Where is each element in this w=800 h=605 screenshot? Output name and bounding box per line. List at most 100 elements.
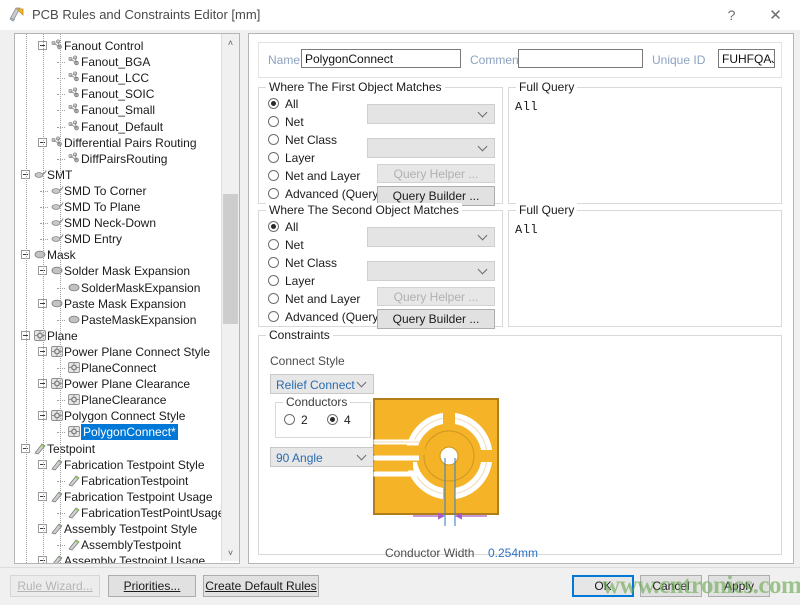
second-radio-layer[interactable]: Layer [268, 273, 315, 289]
tree-node[interactable]: FabricationTestpoint [15, 473, 221, 489]
full-query-first-group: Full Query All [508, 87, 782, 204]
fanout-icon [67, 152, 81, 165]
tree-node[interactable]: Fanout Control [15, 38, 221, 54]
tree-node[interactable]: Fabrication Testpoint Usage [15, 489, 221, 505]
tree-node[interactable]: SMD Neck-Down [15, 215, 221, 231]
tree-node[interactable]: Assembly Testpoint Style [15, 521, 221, 537]
unique-id-input[interactable]: FUHFQAJB [718, 49, 775, 68]
tree-node[interactable]: PasteMaskExpansion [15, 312, 221, 328]
tree-node-label: Differential Pairs Routing [64, 135, 197, 151]
first-radio-advanced[interactable]: Advanced (Query) [268, 186, 382, 202]
comment-input[interactable] [518, 49, 643, 68]
tree-node[interactable]: Polygon Connect Style [15, 408, 221, 424]
chevron-down-icon [358, 451, 367, 460]
second-netclass-combo[interactable] [367, 261, 495, 281]
tree-node[interactable]: Fabrication Testpoint Style [15, 457, 221, 473]
cancel-button[interactable]: Cancel [640, 575, 702, 597]
tree-node[interactable]: Fanout_SOIC [15, 86, 221, 102]
tree-node[interactable]: AssemblyTestpoint [15, 537, 221, 553]
tree-guide-line [26, 34, 28, 563]
second-radio-net[interactable]: Net [268, 237, 304, 253]
create-default-rules-button[interactable]: Create Default Rules [203, 575, 319, 597]
rules-tree-panel[interactable]: Fanout ControlFanout_BGAFanout_LCCFanout… [14, 33, 240, 564]
tree-node[interactable]: SMD To Plane [15, 199, 221, 215]
second-radio-net-class[interactable]: Net Class [268, 255, 337, 271]
second-net-combo[interactable] [367, 227, 495, 247]
tree-node[interactable]: SMT [15, 167, 221, 183]
tree-node-label: Paste Mask Expansion [64, 296, 186, 312]
rules-tree[interactable]: Fanout ControlFanout_BGAFanout_LCCFanout… [15, 34, 221, 563]
tree-node[interactable]: SMD To Corner [15, 183, 221, 199]
priorities-button[interactable]: Priorities... [108, 575, 196, 597]
tree-node-label: Polygon Connect Style [64, 408, 185, 424]
tree-node[interactable]: Power Plane Clearance [15, 376, 221, 392]
tree-node-label: DiffPairsRouting [81, 151, 167, 167]
close-button[interactable]: ✕ [753, 0, 798, 30]
scrollbar-thumb[interactable] [223, 194, 238, 324]
tree-node[interactable]: Paste Mask Expansion [15, 296, 221, 312]
fanout-icon [67, 71, 81, 84]
second-query-builder-button[interactable]: Query Builder ... [377, 309, 495, 329]
tree-node[interactable]: Assembly Testpoint Usage [15, 553, 221, 563]
full-query-second-text[interactable]: All [515, 223, 538, 237]
conductors-radio-2[interactable]: 2 [284, 412, 308, 428]
tree-node[interactable]: DiffPairsRouting [15, 151, 221, 167]
second-radio-advanced[interactable]: Advanced (Query) [268, 309, 382, 325]
tree-node-label: Testpoint [47, 441, 95, 457]
tree-node-label: Assembly Testpoint Usage [64, 553, 205, 563]
full-query-first-text[interactable]: All [515, 100, 538, 114]
first-radio-net-class[interactable]: Net Class [268, 132, 337, 148]
scroll-down-icon[interactable]: ˅ [222, 544, 239, 561]
conductors-radio-4[interactable]: 4 [327, 412, 351, 428]
first-netclass-combo[interactable] [367, 138, 495, 158]
tree-node[interactable]: Plane [15, 328, 221, 344]
rule-wizard-button[interactable]: Rule Wizard... [10, 575, 100, 597]
tree-scrollbar[interactable]: ˄ ˅ [221, 34, 239, 561]
testpoint-icon [67, 474, 81, 487]
scroll-up-icon[interactable]: ˄ [222, 34, 239, 51]
tree-node[interactable]: SMD Entry [15, 231, 221, 247]
first-radio-all[interactable]: All [268, 96, 298, 112]
tree-node[interactable]: Fanout_Small [15, 102, 221, 118]
connect-style-combo[interactable]: Relief Connect [270, 374, 374, 394]
tree-node[interactable]: SolderMaskExpansion [15, 280, 221, 296]
connect-style-label: Connect Style [270, 354, 345, 368]
ok-button[interactable]: OK [572, 575, 634, 597]
tree-node-label: Power Plane Connect Style [64, 344, 210, 360]
name-input[interactable]: PolygonConnect [301, 49, 461, 68]
first-radio-net[interactable]: Net [268, 114, 304, 130]
tree-node[interactable]: PlaneClearance [15, 392, 221, 408]
tree-node[interactable]: Fanout_Default [15, 119, 221, 135]
tree-node[interactable]: Differential Pairs Routing [15, 135, 221, 151]
tree-node[interactable]: Mask [15, 247, 221, 263]
first-radio-net-layer[interactable]: Net and Layer [268, 168, 360, 184]
unique-id-label: Unique ID [652, 53, 705, 67]
name-label: Name [268, 53, 300, 67]
title-bar: PCB Rules and Constraints Editor [mm] ? … [0, 0, 800, 31]
comment-label: Comment [470, 53, 522, 67]
tree-node[interactable]: PlaneConnect [15, 360, 221, 376]
angle-combo[interactable]: 90 Angle [270, 447, 374, 467]
tree-node-label: Solder Mask Expansion [64, 263, 190, 279]
tree-node-label: PolygonConnect* [81, 424, 178, 440]
tree-node-label: FabricationTestPointUsage [81, 505, 221, 521]
tree-node[interactable]: Fanout_BGA [15, 54, 221, 70]
help-button[interactable]: ? [709, 0, 754, 30]
full-query-second-caption: Full Query [516, 203, 577, 217]
tree-node[interactable]: Testpoint [15, 441, 221, 457]
first-net-combo[interactable] [367, 104, 495, 124]
second-radio-all[interactable]: All [268, 219, 298, 235]
first-radio-layer[interactable]: Layer [268, 150, 315, 166]
tree-node[interactable]: Power Plane Connect Style [15, 344, 221, 360]
tree-node[interactable]: FabricationTestPointUsage [15, 505, 221, 521]
first-query-helper-button[interactable]: Query Helper ... [377, 164, 495, 183]
tree-node[interactable]: Solder Mask Expansion [15, 263, 221, 279]
tree-node-label: Fanout_LCC [81, 70, 149, 86]
tree-node-label: AssemblyTestpoint [81, 537, 181, 553]
second-radio-net-layer[interactable]: Net and Layer [268, 291, 360, 307]
tree-node-label: Assembly Testpoint Style [64, 521, 197, 537]
tree-node[interactable]: Fanout_LCC [15, 70, 221, 86]
tree-node[interactable]: PolygonConnect* [15, 424, 221, 440]
second-query-helper-button[interactable]: Query Helper ... [377, 287, 495, 306]
apply-button[interactable]: Apply [708, 575, 770, 597]
